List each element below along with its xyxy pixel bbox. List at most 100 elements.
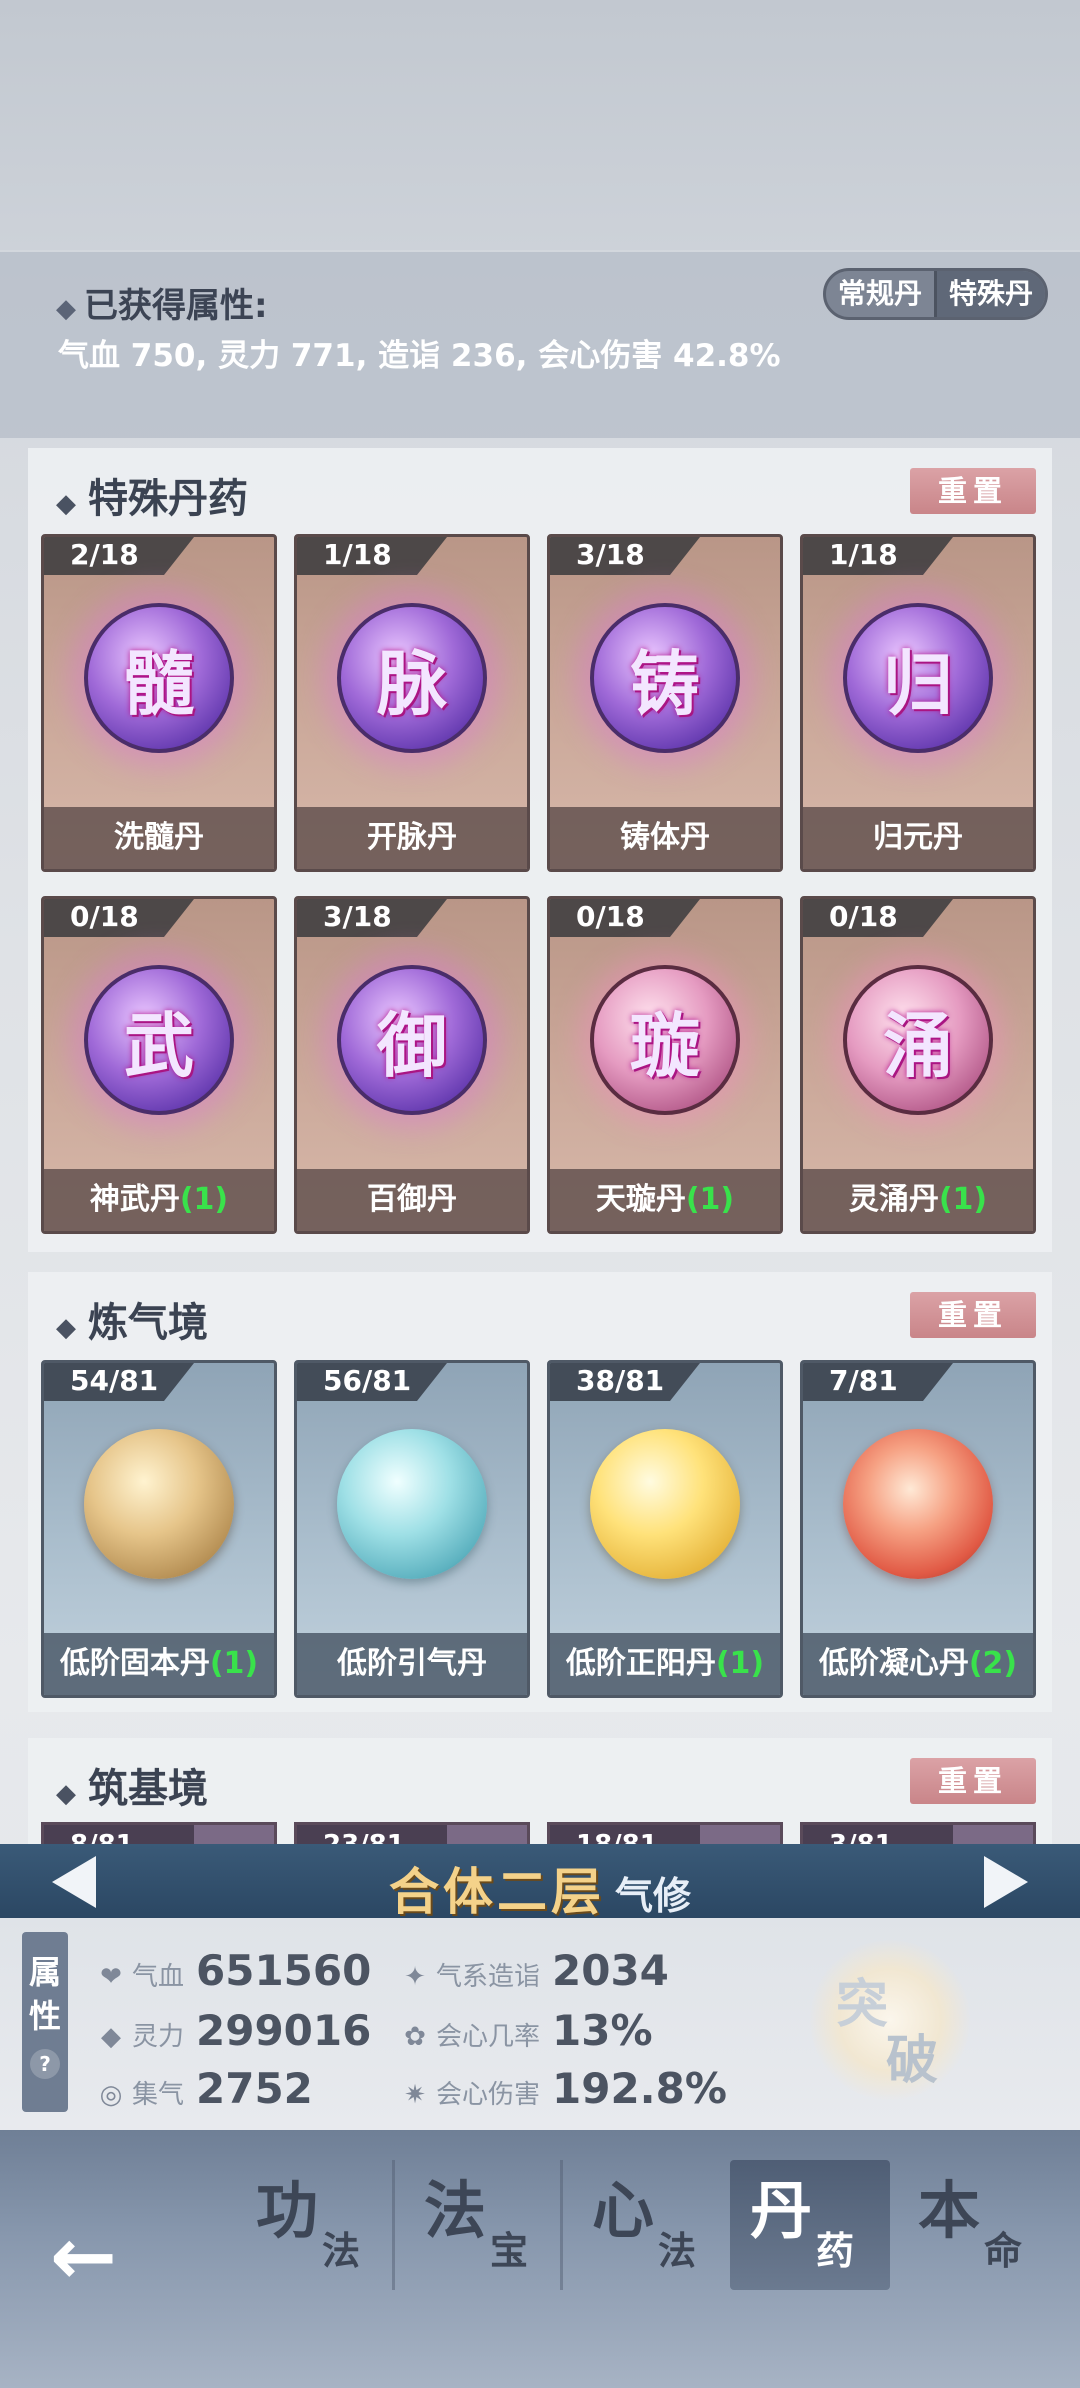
nav-divider [560, 2160, 563, 2290]
stat-value: 651560 [196, 1946, 372, 1995]
crit-rate-icon: ✿ [404, 2022, 426, 2052]
pill-card[interactable]: 1/18 归 归元丹 [800, 534, 1036, 872]
pill-card[interactable]: 2/18 髓 洗髓丹 [41, 534, 277, 872]
gather-qi-icon: ◎ [99, 2080, 123, 2110]
pill-count: 3/18 [550, 537, 700, 575]
pill-glyph: 脉 [377, 641, 447, 725]
pill-count: 7/81 [803, 1363, 953, 1401]
pill-name-text: 开脉丹 [367, 820, 457, 855]
nav-mind[interactable]: 心法 [572, 2160, 732, 2290]
pill-orb-icon: 武 [84, 965, 234, 1115]
pill-orb-icon: 璇 [590, 965, 740, 1115]
breakthrough-char: 突 [836, 1974, 889, 2035]
pill-name-text: 低阶凝心丹 [818, 1646, 969, 1681]
pill-card[interactable]: 3/81 [800, 1822, 1036, 1844]
pill-card[interactable]: 54/81 低阶固本丹(1) [41, 1360, 277, 1698]
top-background [0, 0, 1080, 250]
pill-count: 56/81 [297, 1363, 447, 1401]
nav-pills[interactable]: 丹药 [730, 2160, 890, 2290]
pill-name: 百御丹 [297, 1169, 527, 1231]
realm-type: 气修 [614, 1874, 691, 1918]
pill-card[interactable]: 3/18 铸 铸体丹 [547, 534, 783, 872]
pill-name-text: 神武丹 [89, 1182, 180, 1217]
obtained-title-text: 已获得属性: [84, 286, 268, 326]
stat-hp: ❤ 气血 651560 [96, 1946, 371, 1995]
pill-count: 8/81 [44, 1825, 194, 1844]
pill-glyph: 髓 [124, 641, 194, 725]
pill-type-toggle[interactable]: 常规丹 特殊丹 [822, 268, 1048, 320]
obtained-attributes-panel: ◆ 已获得属性: 气血 750, 灵力 771, 造诣 236, 会心伤害 42.… [0, 252, 1080, 438]
pill-name-text: 天璇丹 [595, 1182, 686, 1217]
pill-bonus: (1) [938, 1182, 988, 1217]
section-title: ◆ 筑基境 [56, 1756, 208, 1814]
pill-name: 低阶引气丹 [297, 1633, 527, 1695]
toggle-regular[interactable]: 常规丹 [826, 271, 934, 317]
pill-card[interactable]: 0/18 武 神武丹(1) [41, 896, 277, 1234]
reset-button[interactable]: 重置 [910, 468, 1036, 514]
pill-name-text: 低阶正阳丹 [565, 1646, 716, 1681]
pill-glyph: 铸 [630, 641, 700, 725]
nav-skills[interactable]: 功法 [236, 2160, 396, 2290]
section-special-pills: ◆ 特殊丹药 重置 2/18 髓 洗髓丹 1/18 脉 开脉丹 3/18 铸 铸体… [28, 448, 1052, 1252]
pill-card[interactable]: 23/81 [294, 1822, 530, 1844]
realm-level: 合体二层 [388, 1863, 605, 1921]
nav-small-char: 命 [984, 2228, 1023, 2273]
section-title-text: 筑基境 [88, 1766, 208, 1812]
nav-small-char: 法 [658, 2228, 697, 2273]
pill-orb-icon [337, 1429, 487, 1579]
pill-card[interactable]: 0/18 涌 灵涌丹(1) [800, 896, 1036, 1234]
attributes-tab[interactable]: 属 性 ? [22, 1932, 68, 2112]
attributes-tab-char: 属 [28, 1953, 61, 1991]
diamond-icon: ◆ [56, 489, 76, 519]
pill-card[interactable]: 8/81 [41, 1822, 277, 1844]
section-foundation: ◆ 筑基境 重置 8/81 23/81 18/81 3/81 [28, 1738, 1052, 1844]
reset-button[interactable]: 重置 [910, 1758, 1036, 1804]
pill-name-text: 低阶引气丹 [337, 1646, 487, 1681]
pill-count: 0/18 [803, 899, 953, 937]
pill-name-text: 铸体丹 [620, 820, 710, 855]
realm-name: 合体二层 气修 [0, 1852, 1080, 1924]
pill-card[interactable]: 56/81 低阶引气丹 [294, 1360, 530, 1698]
pill-name-text: 洗髓丹 [114, 820, 204, 855]
bottom-nav: ← 功法 法宝 心法 丹药 本命 [0, 2130, 1080, 2388]
pill-card[interactable]: 7/81 低阶凝心丹(2) [800, 1360, 1036, 1698]
stat-spirit: ◆ 灵力 299016 [96, 2006, 371, 2055]
pill-orb-icon [843, 1429, 993, 1579]
breakthrough-button[interactable]: 突 破 [810, 1940, 970, 2100]
pill-glyph: 涌 [883, 1003, 953, 1087]
pill-card[interactable]: 1/18 脉 开脉丹 [294, 534, 530, 872]
stat-crit-rate: ✿ 会心几率 13% [400, 2006, 652, 2055]
nav-destiny[interactable]: 本命 [898, 2160, 1058, 2290]
stat-label: 集气 [132, 2080, 185, 2110]
nav-treasures[interactable]: 法宝 [404, 2160, 564, 2290]
pill-count: 18/81 [550, 1825, 700, 1844]
obtained-title: ◆ 已获得属性: [56, 278, 268, 327]
pill-name: 开脉丹 [297, 807, 527, 869]
help-icon[interactable]: ? [30, 2049, 60, 2079]
pill-name: 低阶凝心丹(2) [803, 1633, 1033, 1695]
pill-card[interactable]: 18/81 [547, 1822, 783, 1844]
stat-value: 2034 [552, 1946, 669, 1995]
pill-card[interactable]: 38/81 低阶正阳丹(1) [547, 1360, 783, 1698]
pill-name: 低阶正阳丹(1) [550, 1633, 780, 1695]
pill-card[interactable]: 3/18 御 百御丹 [294, 896, 530, 1234]
pill-name: 天璇丹(1) [550, 1169, 780, 1231]
pill-name-text: 归元丹 [873, 820, 963, 855]
nav-big-char: 本 [918, 2174, 981, 2247]
stat-value: 2752 [196, 2064, 313, 2113]
breakthrough-char: 破 [886, 2030, 939, 2091]
pill-count: 0/18 [550, 899, 700, 937]
back-arrow-icon[interactable]: ← [50, 2210, 117, 2303]
pill-name: 神武丹(1) [44, 1169, 274, 1231]
stat-value: 299016 [196, 2006, 372, 2055]
toggle-special[interactable]: 特殊丹 [936, 271, 1045, 317]
nav-divider [392, 2160, 395, 2290]
pill-card[interactable]: 0/18 璇 天璇丹(1) [547, 896, 783, 1234]
next-arrow-icon[interactable] [984, 1856, 1028, 1908]
reset-button[interactable]: 重置 [910, 1292, 1036, 1338]
pill-bonus: (1) [209, 1646, 259, 1681]
section-title: ◆ 特殊丹药 [56, 466, 248, 524]
pill-count: 2/18 [44, 537, 194, 575]
pill-orb-icon: 涌 [843, 965, 993, 1115]
stats-panel: 属 性 ? ❤ 气血 651560 ✦ 气系造诣 2034 ◆ 灵力 29901… [0, 1918, 1080, 2130]
